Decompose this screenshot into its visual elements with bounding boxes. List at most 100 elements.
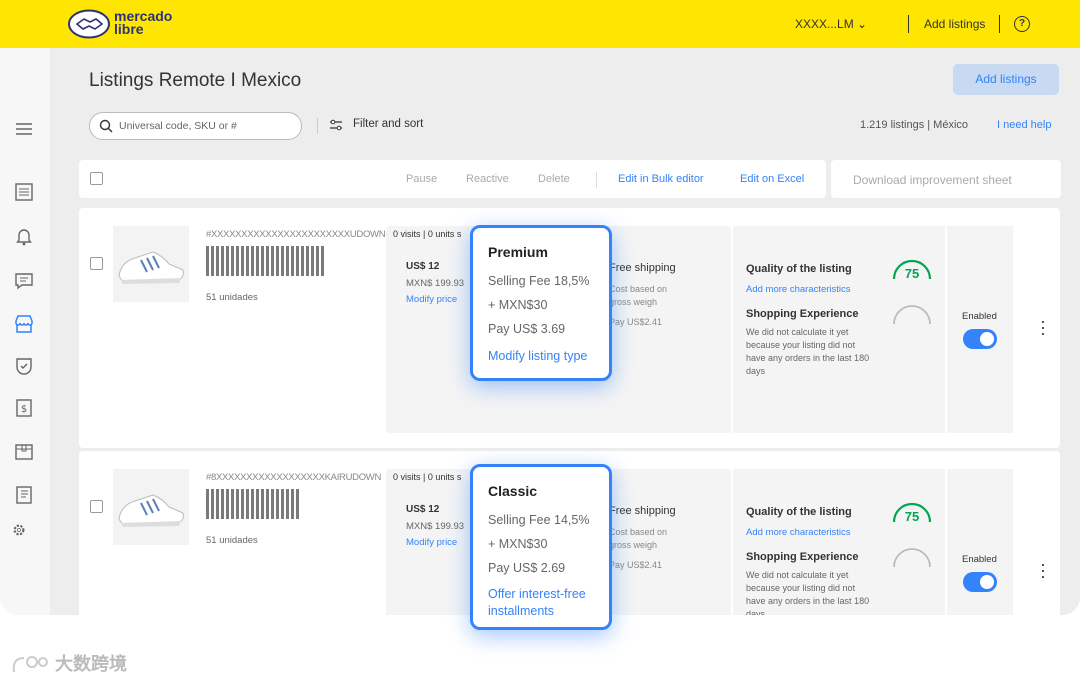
ship-note-line2: gross weigh <box>609 297 658 307</box>
add-characteristics-link[interactable]: Add more characteristics <box>746 527 851 538</box>
listing-units: 51 unidades <box>206 292 258 303</box>
quality-panel: Quality of the listing Add more characte… <box>733 226 945 433</box>
ship-note-line1: Cost based on <box>609 527 668 537</box>
popup-fixed-fee: + MXN$30 <box>488 537 548 551</box>
sneaker-image <box>118 494 184 527</box>
popup-fee: Selling Fee 18,5% <box>488 274 590 288</box>
status-panel: Enabled <box>947 226 1013 433</box>
quality-title: Quality of the listing <box>746 263 852 275</box>
top-add-listings-link[interactable]: Add listings <box>924 17 985 31</box>
toggle-knob <box>980 332 994 346</box>
product-title-redacted <box>206 489 301 519</box>
modify-price-link[interactable]: Modify price <box>406 537 457 548</box>
user-menu[interactable]: XXXX...LM ⌄ <box>795 17 867 31</box>
price-usd: US$ 12 <box>406 261 440 272</box>
quality-gauge-icon: 75 <box>892 502 932 524</box>
add-listings-button[interactable]: Add listings <box>953 64 1059 95</box>
visits-units: 0 visits | 0 units s <box>393 472 462 482</box>
enabled-label: Enabled <box>962 554 997 565</box>
ship-pay: Pay US$2.41 <box>609 317 663 327</box>
offer-installments-link[interactable]: Offer interest-free installments <box>488 586 598 620</box>
handshake-icon <box>68 9 110 39</box>
listing-checkbox[interactable] <box>90 257 103 270</box>
search-icon <box>99 119 113 133</box>
listing-checkbox[interactable] <box>90 500 103 513</box>
chevron-down-icon: ⌄ <box>857 17 868 31</box>
more-options-icon[interactable]: · · · <box>1040 555 1046 585</box>
toggle-knob <box>980 575 994 589</box>
popup-fee: Selling Fee 14,5% <box>488 513 590 527</box>
price-mxn: MXN$ 199.93 <box>406 521 465 532</box>
help-link[interactable]: I need help <box>997 119 1051 131</box>
premium-listing-type-popup: Premium Selling Fee 18,5% + MXN$30 Pay U… <box>470 225 612 381</box>
watermark-logo-icon <box>12 656 48 673</box>
enabled-toggle[interactable] <box>963 572 997 592</box>
shipping-title: Free shipping <box>609 262 676 274</box>
classic-listing-type-popup: Classic Selling Fee 14,5% + MXN$30 Pay U… <box>470 464 612 630</box>
filter-label: Filter and sort <box>353 118 424 130</box>
experience-title: Shopping Experience <box>746 551 859 563</box>
help-icon[interactable]: ? <box>1014 16 1030 32</box>
quality-score: 75 <box>905 509 919 524</box>
price-usd: US$ 12 <box>406 504 440 515</box>
download-sheet-button[interactable]: Download improvement sheet <box>831 160 1061 198</box>
ship-pay: Pay US$2.41 <box>609 560 663 570</box>
shield-check-icon[interactable] <box>13 355 35 377</box>
product-image[interactable] <box>113 226 189 302</box>
experience-gauge-icon <box>893 305 931 325</box>
ship-note-line2: gross weigh <box>609 540 658 550</box>
price-mxn: MXN$ 199.93 <box>406 278 465 289</box>
experience-gauge-icon <box>893 548 931 568</box>
divider <box>596 172 597 188</box>
filter-sort-button[interactable]: Filter and sort <box>329 118 424 131</box>
gear-icon[interactable] <box>11 522 27 538</box>
quality-title: Quality of the listing <box>746 506 852 518</box>
reactive-button[interactable]: Reactive <box>466 173 509 185</box>
chat-icon[interactable] <box>13 270 35 292</box>
modify-price-link[interactable]: Modify price <box>406 294 457 305</box>
divider <box>317 118 318 134</box>
svg-text:$: $ <box>21 404 27 415</box>
search-placeholder: Universal code, SKU or # <box>119 120 237 132</box>
sidebar: $ <box>0 48 50 615</box>
popup-title: Classic <box>488 483 538 499</box>
experience-description: We did not calculate it yet because your… <box>746 327 870 376</box>
store-icon[interactable] <box>13 313 35 335</box>
modify-listing-type-link[interactable]: Modify listing type <box>488 348 587 365</box>
mercado-libre-logo[interactable]: mercado libre <box>68 9 188 39</box>
hamburger-menu-icon[interactable] <box>13 118 35 140</box>
listings-count: 1.219 listings | México <box>860 119 969 131</box>
edit-excel-button[interactable]: Edit on Excel <box>740 173 804 185</box>
quality-gauge-icon: 75 <box>892 259 932 281</box>
search-input[interactable]: Universal code, SKU or # <box>89 112 302 140</box>
listing-sku: #XXXXXXXXXXXXXXXXXXXXXXXUDOWN <box>206 229 386 240</box>
delete-button[interactable]: Delete <box>538 173 570 185</box>
shipping-note: Cost based on gross weigh Pay US$2.41 <box>609 526 667 572</box>
dollar-receipt-icon[interactable]: $ <box>13 397 35 419</box>
enabled-toggle[interactable] <box>963 329 997 349</box>
product-image[interactable] <box>113 469 189 545</box>
top-bar: mercado libre XXXX...LM ⌄ Add listings ? <box>0 0 1080 48</box>
more-options-icon[interactable]: · · · <box>1040 312 1046 342</box>
popup-title: Premium <box>488 244 548 260</box>
status-panel: Enabled <box>947 469 1013 615</box>
edit-bulk-editor-button[interactable]: Edit in Bulk editor <box>618 173 704 185</box>
popup-fixed-fee: + MXN$30 <box>488 298 548 312</box>
document-icon[interactable] <box>13 484 35 506</box>
popup-pay: Pay US$ 3.69 <box>488 322 566 336</box>
box-icon[interactable] <box>13 441 35 463</box>
add-characteristics-link[interactable]: Add more characteristics <box>746 284 851 295</box>
select-all-checkbox[interactable] <box>90 172 103 185</box>
quality-panel: Quality of the listing Add more characte… <box>733 469 945 615</box>
enabled-label: Enabled <box>962 311 997 322</box>
top-divider <box>999 15 1000 33</box>
experience-title: Shopping Experience <box>746 308 859 320</box>
quality-score: 75 <box>905 266 919 281</box>
pause-button[interactable]: Pause <box>406 173 437 185</box>
brand-line2: libre <box>114 21 144 37</box>
watermark: 大数跨境 <box>10 650 127 676</box>
user-name: XXXX...LM <box>795 17 854 31</box>
sneaker-image <box>118 251 184 284</box>
bell-icon[interactable] <box>13 225 35 247</box>
list-icon[interactable] <box>13 181 35 203</box>
